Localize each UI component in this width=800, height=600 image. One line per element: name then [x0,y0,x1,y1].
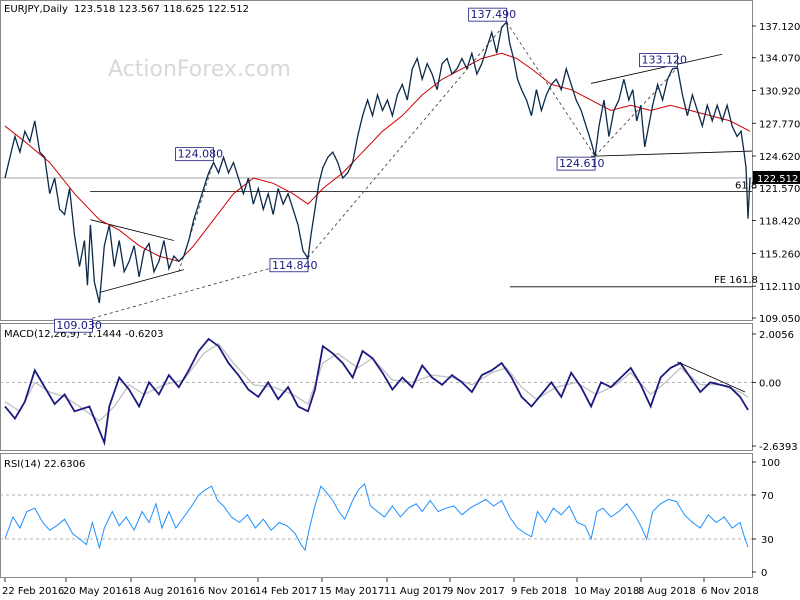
rsi-panel [0,453,753,578]
macd-panel [0,323,753,451]
price-tick-label: 115.260 [759,249,800,260]
price-tick-label: 121.570 [759,184,800,195]
rsi-tick-label: 30 [761,535,774,546]
x-tick-label: 6 Nov 2018 [701,586,759,597]
rsi-label: RSI(14) 22.6306 [4,459,85,470]
label-109030: 109.030 [56,319,101,332]
last-price-value: 122.512 [757,174,798,185]
price-tick-label: 127.770 [759,119,800,130]
label-124080: 124.080 [178,148,224,161]
ohlc-label: 123.518 123.567 118.625 122.512 [74,4,249,15]
macd-tick-label: 2.0056 [759,330,794,341]
eurjpy-chart: ActionForex.com EURJPY,Daily 123.518 123… [0,0,800,597]
x-tick-label: 8 Aug 2018 [638,586,696,597]
x-tick-label: 10 May 2018 [574,586,639,597]
price-tick-label: 112.110 [759,282,800,293]
price-tick-label: 124.620 [759,152,800,163]
macd-tick-label: 0.00 [759,378,781,389]
price-tick-label: 137.120 [759,22,800,33]
label-137490: 137.490 [471,8,516,21]
x-tick-label: 9 Nov 2017 [447,586,505,597]
x-tick-label: 22 Feb 2016 [2,586,64,597]
label-124610: 124.610 [559,157,605,170]
symbol-label: EURJPY,Daily [4,4,68,15]
fe-161.8-label: FE 161.8 [714,275,758,286]
x-tick-label: 14 Feb 2017 [255,586,317,597]
x-tick-label: 11 Aug 2017 [384,586,448,597]
price-tick-label: 109.050 [759,314,800,325]
rsi-tick-label: 100 [761,458,780,469]
label-114840: 114.840 [272,259,318,272]
macd-tick-label: -2.6393 [759,442,798,453]
x-tick-label: 16 Nov 2016 [192,586,256,597]
watermark: ActionForex.com [108,57,291,82]
x-tick-label: 9 Feb 2018 [511,586,567,597]
label-133120: 133.120 [641,54,687,67]
price-tick-label: 130.920 [759,86,800,97]
x-tick-label: 15 May 2017 [319,586,384,597]
price-panel [0,0,753,321]
x-tick-label: 20 May 2016 [63,586,128,597]
x-tick-label: 18 Aug 2016 [128,586,192,597]
rsi-tick-label: 70 [761,491,774,502]
price-tick-label: 118.420 [759,217,800,228]
rsi-tick-label: 0 [761,568,767,579]
price-tick-label: 134.070 [759,54,800,65]
chart-stage: ActionForex.com EURJPY,Daily 123.518 123… [0,0,800,600]
